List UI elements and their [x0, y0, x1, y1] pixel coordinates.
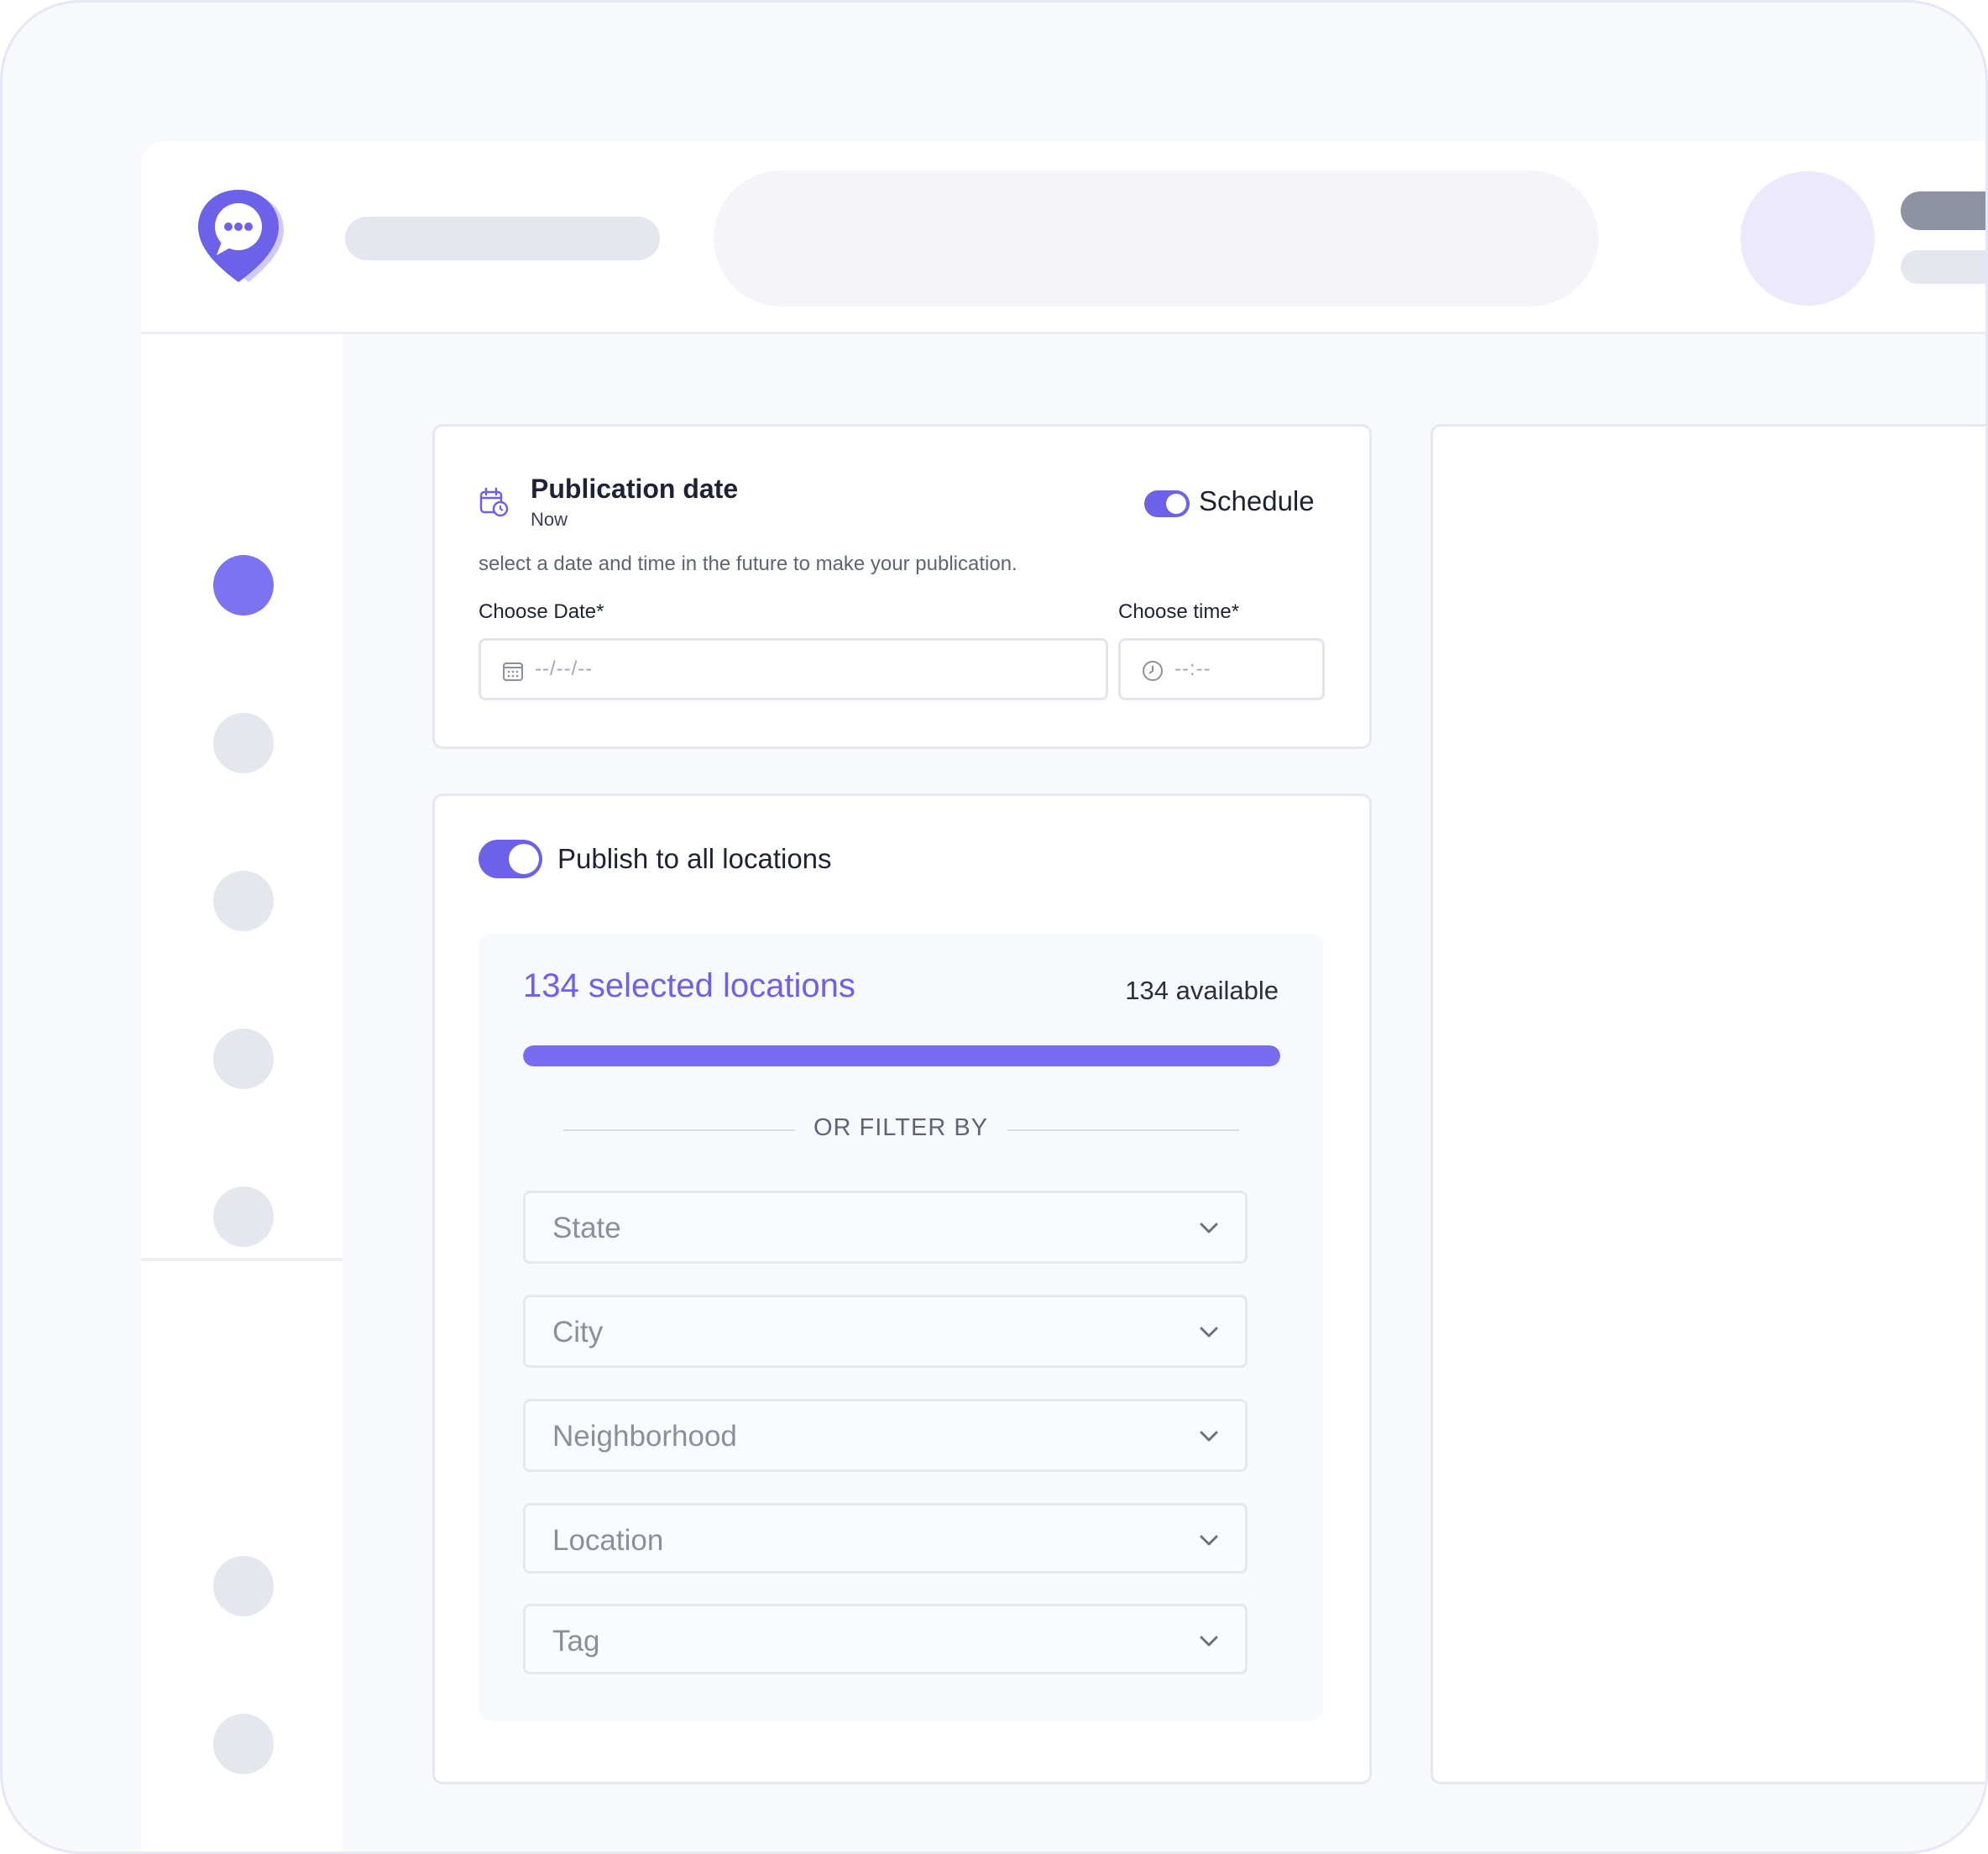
user-role-placeholder — [1901, 250, 1985, 284]
city-filter-select[interactable]: City — [523, 1295, 1248, 1368]
app-window: Publication date Now Schedule select a d… — [141, 141, 1985, 1851]
publication-date-title: Publication date — [531, 474, 739, 504]
calendar-clock-icon — [479, 487, 509, 517]
user-name-placeholder — [1901, 191, 1985, 230]
schedule-toggle[interactable] — [1144, 490, 1190, 517]
sidebar-item[interactable] — [213, 871, 274, 931]
schedule-hint-text: select a date and time in the future to … — [479, 553, 1018, 575]
date-placeholder: --/--/-- — [535, 657, 594, 680]
publication-date-subtitle: Now — [531, 509, 568, 530]
top-bar — [141, 141, 1985, 334]
chevron-down-icon — [1200, 1327, 1218, 1338]
publish-all-label: Publish to all locations — [557, 843, 832, 874]
or-filter-by-label: OR FILTER BY — [813, 1114, 989, 1141]
avatar[interactable] — [1740, 171, 1875, 306]
search-bar-placeholder[interactable] — [714, 170, 1598, 306]
chevron-down-icon — [1200, 1431, 1218, 1442]
calendar-icon — [503, 663, 523, 681]
preview-panel — [1431, 424, 1985, 1784]
chevron-down-icon — [1200, 1223, 1218, 1233]
state-filter-value: State — [552, 1212, 621, 1244]
sidebar-item-active[interactable] — [213, 555, 274, 615]
sidebar-item[interactable] — [213, 1029, 274, 1089]
schedule-label: Schedule — [1199, 485, 1315, 516]
sidebar-item[interactable] — [213, 713, 274, 773]
app-title-placeholder — [345, 217, 660, 260]
toggle-knob — [1166, 494, 1186, 514]
sidebar-item[interactable] — [213, 1714, 274, 1774]
location-filter-select[interactable]: Location — [523, 1503, 1248, 1574]
publication-date-card: Publication date Now Schedule select a d… — [432, 424, 1372, 749]
selection-progress-bar — [523, 1045, 1280, 1066]
time-placeholder: --:-- — [1174, 657, 1211, 680]
selected-locations-count: 134 selected locations — [523, 967, 855, 1004]
publish-all-toggle[interactable] — [479, 840, 542, 878]
locations-card: Publish to all locations 134 selected lo… — [432, 793, 1372, 1784]
chevron-down-icon — [1200, 1636, 1218, 1647]
sidebar-divider — [141, 1258, 343, 1261]
neighborhood-filter-select[interactable]: Neighborhood — [523, 1399, 1248, 1472]
date-input[interactable]: --/--/-- — [479, 638, 1108, 700]
state-filter-select[interactable]: State — [523, 1191, 1248, 1264]
time-field-label: Choose time* — [1118, 600, 1240, 623]
sidebar — [141, 334, 343, 1851]
tag-filter-value: Tag — [552, 1625, 600, 1658]
chat-location-pin-icon[interactable] — [196, 186, 287, 287]
date-field-label: Choose Date* — [479, 600, 604, 623]
location-selection-panel: 134 selected locations 134 available OR … — [479, 934, 1323, 1720]
toggle-knob — [509, 844, 539, 874]
time-input[interactable]: --:-- — [1118, 638, 1325, 700]
clock-icon — [1143, 661, 1163, 681]
tag-filter-select[interactable]: Tag — [523, 1604, 1248, 1674]
device-frame: Publication date Now Schedule select a d… — [0, 0, 1988, 1854]
sidebar-item[interactable] — [213, 1556, 274, 1616]
location-filter-value: Location — [552, 1524, 664, 1557]
sidebar-item[interactable] — [213, 1186, 274, 1247]
available-locations-count: 134 available — [1125, 976, 1279, 1005]
neighborhood-filter-value: Neighborhood — [552, 1420, 737, 1453]
selection-progress-fill — [523, 1045, 1280, 1066]
chevron-down-icon — [1200, 1535, 1218, 1546]
city-filter-value: City — [552, 1316, 604, 1349]
